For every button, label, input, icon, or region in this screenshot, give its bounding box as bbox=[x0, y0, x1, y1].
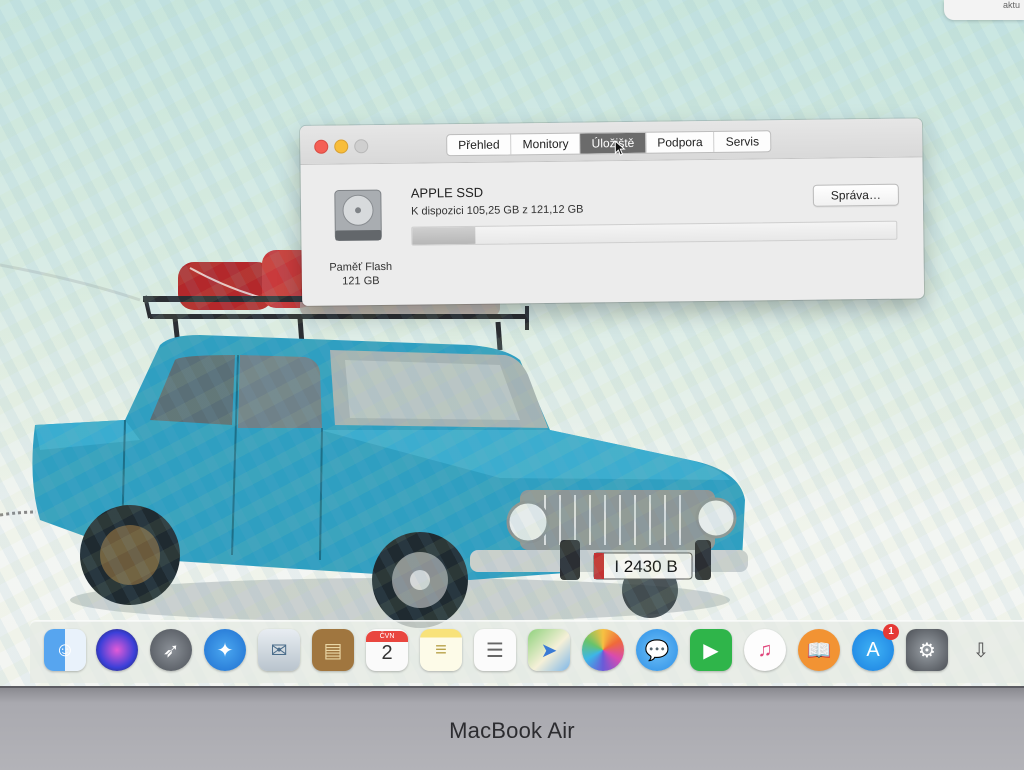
tab-monitory[interactable]: Monitory bbox=[511, 133, 581, 155]
notes-book-icon[interactable]: ▤ bbox=[312, 629, 354, 671]
tab-bar: Přehled Monitory Úložiště Podpora Servis bbox=[446, 130, 772, 157]
notes-icon[interactable]: ≡ bbox=[420, 629, 462, 671]
hard-drive-icon bbox=[334, 189, 382, 242]
disk-size-label: 121 GB bbox=[342, 275, 380, 288]
system-preferences-icon[interactable]: ⚙ bbox=[906, 629, 948, 671]
screen: I 2430 B aktu Přehled Monitory Úložiště … bbox=[0, 0, 1024, 686]
laptop-brand: MacBook Air bbox=[449, 718, 575, 743]
finder-icon[interactable]: ☺ bbox=[44, 629, 86, 671]
downloads-icon[interactable]: ⇩ bbox=[960, 629, 1002, 671]
app-store-icon[interactable]: A 1 bbox=[852, 624, 899, 671]
manage-button[interactable]: Správa… bbox=[812, 183, 900, 207]
laptop-bezel: MacBook Air bbox=[0, 686, 1024, 770]
tab-podpora[interactable]: Podpora bbox=[646, 131, 715, 153]
close-button[interactable] bbox=[314, 139, 329, 154]
messages-icon[interactable]: 💬 bbox=[636, 629, 678, 671]
disk-type-label: Paměť Flash bbox=[329, 260, 393, 274]
facetime-icon[interactable]: ▶ bbox=[690, 629, 732, 671]
disk-name: APPLE SSD bbox=[410, 184, 484, 201]
app-store-badge: 1 bbox=[883, 624, 899, 640]
notification-fragment[interactable]: aktu bbox=[944, 0, 1024, 20]
calendar-month: ČVN bbox=[366, 631, 408, 642]
zoom-button[interactable] bbox=[354, 139, 369, 154]
siri-icon[interactable] bbox=[96, 629, 138, 671]
tab-servis[interactable]: Servis bbox=[715, 131, 771, 152]
storage-usage-bar bbox=[411, 220, 898, 246]
mail-icon[interactable]: ✉ bbox=[258, 629, 300, 671]
mouse-cursor-icon bbox=[614, 140, 626, 156]
reminders-icon[interactable]: ☰ bbox=[474, 629, 516, 671]
tab-prehled[interactable]: Přehled bbox=[447, 134, 512, 156]
maps-icon[interactable]: ➤ bbox=[528, 629, 570, 671]
storage-usage-fill bbox=[412, 226, 476, 245]
launchpad-icon[interactable]: ➶ bbox=[150, 629, 192, 671]
disk-availability: K dispozici 105,25 GB z 121,12 GB bbox=[410, 203, 584, 218]
photos-icon[interactable] bbox=[582, 629, 624, 671]
wallpaper-car: I 2430 B bbox=[0, 250, 748, 628]
license-plate-text: I 2430 B bbox=[614, 557, 677, 576]
notification-text: aktu bbox=[1002, 0, 1020, 10]
books-icon[interactable]: 📖 bbox=[798, 629, 840, 671]
calendar-icon[interactable]: ČVN 2 bbox=[366, 629, 408, 671]
safari-icon[interactable]: ✦ bbox=[204, 629, 246, 671]
dock: ☺ ➶ ✦ ✉ ▤ ČVN 2 ≡ ☰ ➤ 💬 ▶ ♫ 📖 A 1 ⚙ ⇩ bbox=[30, 620, 1024, 683]
minimize-button[interactable] bbox=[334, 139, 349, 154]
itunes-icon[interactable]: ♫ bbox=[744, 629, 786, 671]
disk-label: Paměť Flash 121 GB bbox=[316, 260, 406, 289]
storage-panel: Paměť Flash 121 GB APPLE SSD K dispozici… bbox=[300, 157, 924, 306]
calendar-day: 2 bbox=[381, 642, 393, 664]
about-this-mac-window: Přehled Monitory Úložiště Podpora Servis… bbox=[300, 118, 925, 306]
